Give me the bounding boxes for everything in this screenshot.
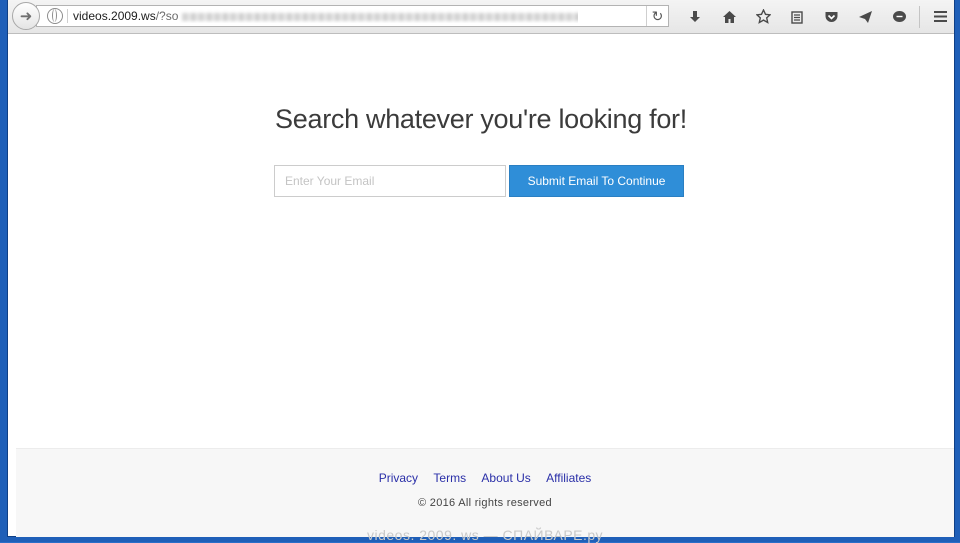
download-icon[interactable] — [678, 0, 712, 33]
footer-link-terms[interactable]: Terms — [433, 471, 466, 485]
footer-link-affiliates[interactable]: Affiliates — [546, 471, 591, 485]
page-content: Search whatever you're looking for! Subm… — [8, 34, 954, 543]
copyright-text: © 2016 All rights reserved — [418, 497, 552, 509]
footer-link-about-us[interactable]: About Us — [481, 471, 530, 485]
chat-icon[interactable] — [882, 0, 916, 33]
footer-links: Privacy Terms About Us Affiliates — [16, 471, 954, 485]
url-separator — [67, 9, 68, 23]
browser-window: videos.2009.ws/?so ↻ ➜ Search whatever y… — [8, 0, 954, 543]
back-button[interactable]: ➜ — [12, 2, 40, 30]
send-icon[interactable] — [848, 0, 882, 33]
email-input[interactable] — [274, 165, 506, 197]
footer-link-privacy[interactable]: Privacy — [379, 471, 418, 485]
globe-icon — [47, 8, 63, 24]
url-path: /?so — [155, 9, 179, 23]
page-headline: Search whatever you're looking for! — [275, 104, 687, 134]
hamburger-menu-icon[interactable] — [923, 0, 957, 33]
star-icon[interactable] — [746, 0, 780, 33]
url-blurred-query — [182, 12, 578, 21]
submit-email-button[interactable]: Submit Email To Continue — [509, 165, 684, 197]
url-text: videos.2009.ws/?so — [73, 9, 578, 23]
toolbar-icons — [678, 0, 957, 33]
page-footer: Privacy Terms About Us Affiliates © 2016… — [16, 448, 954, 543]
browser-toolbar: videos.2009.ws/?so ↻ ➜ — [8, 0, 954, 34]
desktop-background: videos.2009.ws/?so ↻ ➜ Search whatever y… — [0, 0, 960, 543]
home-icon[interactable] — [712, 0, 746, 33]
toolbar-separator — [919, 5, 920, 28]
pocket-icon[interactable] — [814, 0, 848, 33]
reading-list-icon[interactable] — [780, 0, 814, 33]
back-arrow-icon: ➜ — [19, 8, 33, 25]
watermark-text: videos. 2009. ws — СПАЙВАРЕ.ру — [366, 527, 604, 543]
address-bar[interactable]: videos.2009.ws/?so ↻ — [36, 5, 669, 27]
url-host: videos.2009.ws — [73, 9, 156, 23]
reload-icon[interactable]: ↻ — [646, 6, 668, 26]
